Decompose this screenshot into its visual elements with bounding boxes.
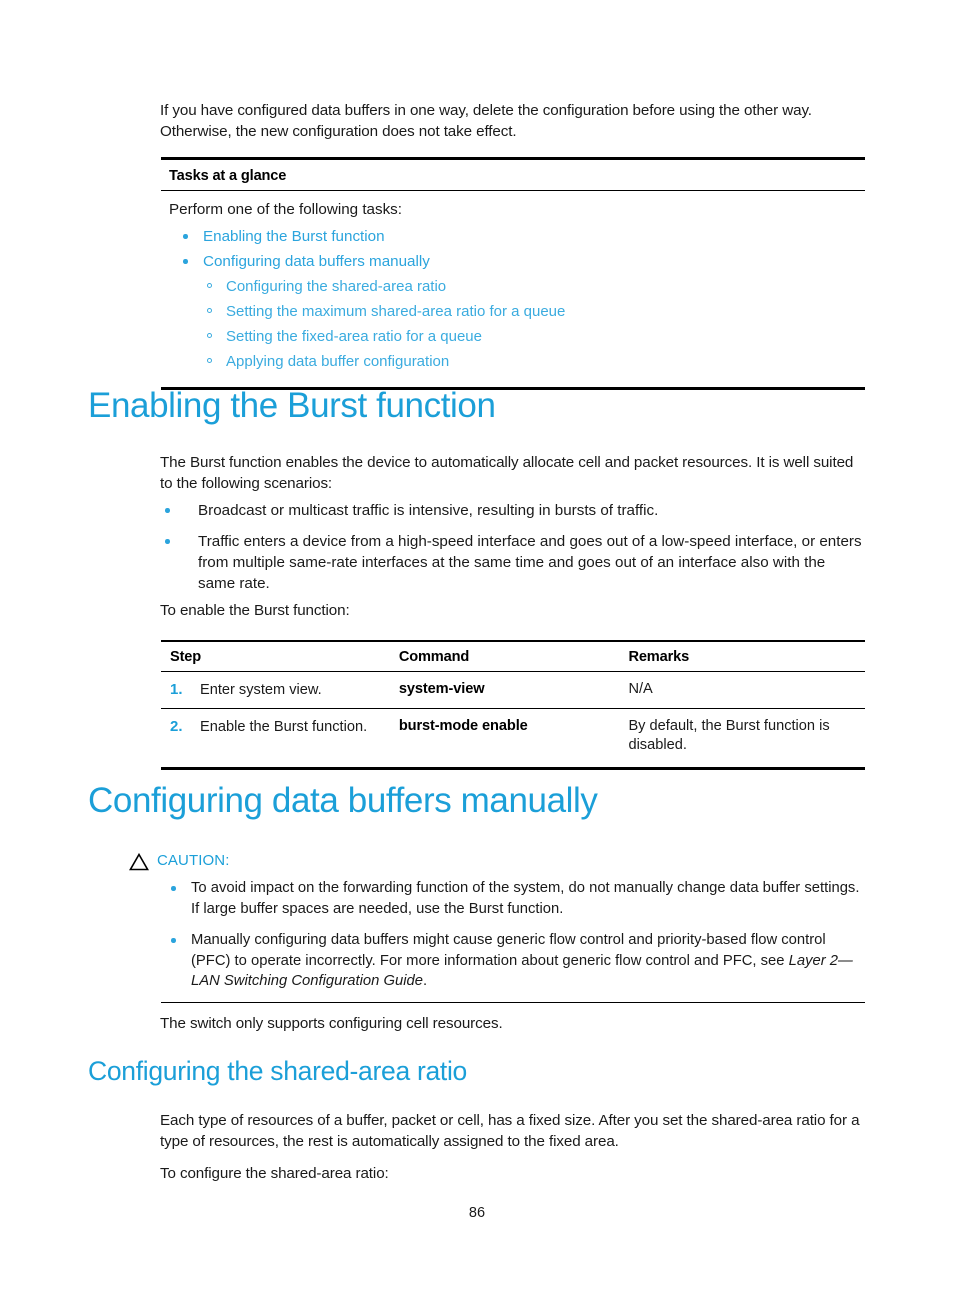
- task-link-label: Setting the maximum shared-area ratio fo…: [226, 303, 566, 320]
- table-cell-step: 1. Enter system view.: [161, 671, 399, 709]
- list-item-text-tail: .: [422, 973, 428, 989]
- table-header-row: Step Command Remarks: [161, 642, 865, 672]
- list-item-text: Broadcast or multicast traffic is intens…: [198, 502, 659, 519]
- to-enable-burst-lead-in: To enable the Burst function:: [160, 602, 350, 619]
- table-row: 2. Enable the Burst function. burst-mode …: [161, 709, 865, 768]
- column-header-command: Command: [398, 642, 629, 672]
- table-cell-step: 2. Enable the Burst function.: [161, 709, 399, 768]
- list-item: To avoid impact on the forwarding functi…: [161, 878, 865, 919]
- step-description: Enter system view.: [200, 682, 322, 698]
- table-row: 1. Enter system view. system-view N/A: [161, 671, 865, 709]
- task-link-fixed-area-ratio[interactable]: Setting the fixed-area ratio for a queue: [169, 327, 865, 346]
- task-link-list: Enabling the Burst function Configuring …: [169, 227, 865, 371]
- task-link-max-shared-area-ratio[interactable]: Setting the maximum shared-area ratio fo…: [169, 302, 865, 321]
- column-header-remarks: Remarks: [628, 642, 865, 672]
- bullet-dot-icon: [165, 508, 170, 513]
- caution-header: CAUTION:: [129, 852, 865, 874]
- tasks-at-a-glance-body: Perform one of the following tasks: Enab…: [161, 191, 865, 387]
- task-link-configuring-buffers[interactable]: Configuring data buffers manually: [169, 252, 865, 271]
- bullet-circle-icon: [207, 358, 212, 363]
- document-page: If you have configured data buffers in o…: [0, 0, 954, 1296]
- heading-enabling-the-burst-function: Enabling the Burst function: [88, 386, 496, 425]
- bullet-circle-icon: [207, 333, 212, 338]
- list-item-text: Traffic enters a device from a high-spee…: [198, 533, 862, 592]
- page-number: 86: [468, 1205, 486, 1221]
- step-number: 2.: [170, 718, 183, 735]
- tasks-at-a-glance-box: Tasks at a glance Perform one of the fol…: [161, 157, 865, 390]
- shared-area-intro-paragraph: Each type of resources of a buffer, pack…: [160, 1112, 860, 1150]
- burst-scenarios-list: Broadcast or multicast traffic is intens…: [160, 500, 866, 604]
- task-link-shared-area-ratio[interactable]: Configuring the shared-area ratio: [169, 277, 865, 296]
- list-item: Traffic enters a device from a high-spee…: [160, 531, 866, 594]
- command-text: burst-mode enable: [398, 718, 528, 734]
- tasks-intro-text: Perform one of the following tasks:: [169, 201, 402, 218]
- bullet-dot-icon: [183, 234, 188, 239]
- step-number: 1.: [170, 681, 183, 698]
- table-cell-command: system-view: [398, 671, 629, 709]
- task-link-label: Configuring data buffers manually: [203, 253, 430, 270]
- table-cell-command: burst-mode enable: [399, 709, 629, 768]
- bullet-circle-icon: [207, 308, 212, 313]
- heading-configuring-the-shared-area-ratio: Configuring the shared-area ratio: [88, 1056, 467, 1086]
- step-description: Enable the Burst function.: [200, 719, 368, 735]
- heading-configuring-data-buffers-manually: Configuring data buffers manually: [88, 781, 598, 820]
- column-header-step: Step: [161, 642, 399, 672]
- task-link-label: Enabling the Burst function: [203, 228, 385, 245]
- switch-cell-resources-note: The switch only supports configuring cel…: [160, 1015, 503, 1032]
- to-configure-shared-area-lead-in: To configure the shared-area ratio:: [160, 1165, 389, 1182]
- table-cell-remarks: By default, the Burst function is disabl…: [628, 718, 830, 753]
- bullet-dot-icon: [171, 938, 176, 943]
- command-text: system-view: [398, 681, 485, 697]
- caution-label: CAUTION:: [157, 852, 230, 869]
- list-item: Broadcast or multicast traffic is intens…: [160, 500, 866, 521]
- task-link-label: Applying data buffer configuration: [226, 353, 450, 370]
- caution-triangle-icon: [129, 852, 149, 876]
- task-link-enabling-burst[interactable]: Enabling the Burst function: [169, 227, 865, 246]
- burst-step-table: Step Command Remarks 1. Enter system view…: [161, 640, 865, 770]
- task-link-applying-config[interactable]: Applying data buffer configuration: [169, 352, 865, 371]
- caution-list: To avoid impact on the forwarding functi…: [161, 878, 865, 992]
- tasks-at-a-glance-header: Tasks at a glance: [161, 160, 865, 191]
- task-link-label: Setting the fixed-area ratio for a queue: [226, 328, 482, 345]
- task-link-label: Configuring the shared-area ratio: [226, 278, 447, 295]
- list-item: Manually configuring data buffers might …: [161, 930, 865, 992]
- bullet-dot-icon: [171, 886, 176, 891]
- caution-block: CAUTION: To avoid impact on the forwardi…: [129, 852, 865, 1003]
- list-item-text: To avoid impact on the forwarding functi…: [191, 880, 860, 917]
- bullet-dot-icon: [183, 259, 188, 264]
- burst-intro-paragraph: The Burst function enables the device to…: [160, 454, 854, 492]
- bullet-circle-icon: [207, 283, 212, 288]
- table-cell-remarks: N/A: [628, 671, 865, 709]
- list-item-text: Manually configuring data buffers might …: [191, 932, 826, 969]
- bullet-dot-icon: [165, 539, 170, 544]
- intro-paragraph: If you have configured data buffers in o…: [160, 102, 812, 140]
